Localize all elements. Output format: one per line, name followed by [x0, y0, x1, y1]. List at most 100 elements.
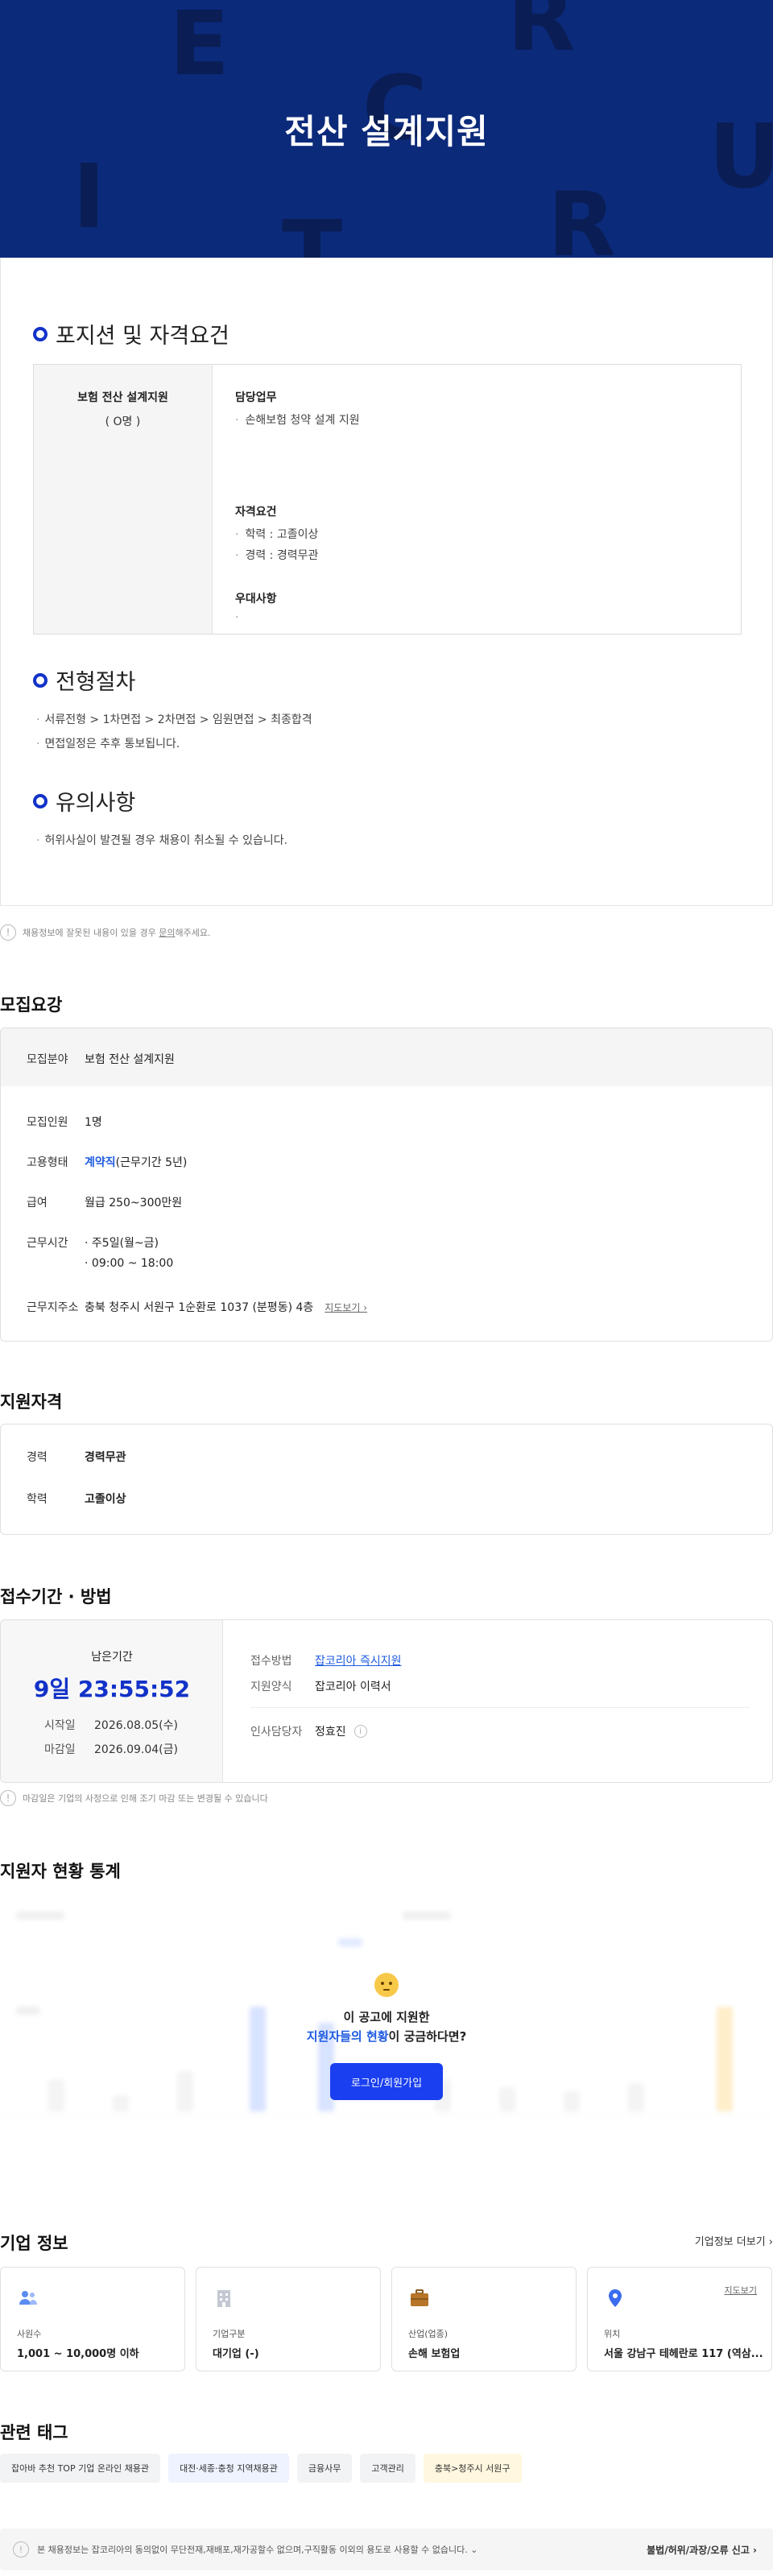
recruit-row-salary: 급여 월급 250~300만원 [27, 1194, 182, 1210]
qual-title: 자격요건 [235, 506, 277, 519]
hero-bg-letter: R [507, 0, 576, 71]
apply-box: 남은기간 9일 23:55:52 시작일 2026.08.05(수) 마감일 202… [0, 1619, 773, 1783]
row-label: 급여 [27, 1197, 48, 1209]
company-card-location: 지도보기 위치 서울 강남구 테헤란로 117 (역삼... [587, 2267, 772, 2371]
card-label: 위치 [604, 2329, 621, 2339]
overlay-line1: 이 공고에 지원한 [343, 2010, 430, 2024]
card-value: 손해 보험업 [408, 2348, 461, 2360]
info-icon: ! [0, 1790, 16, 1806]
login-signup-button[interactable]: 로그인/회원가입 [330, 2063, 443, 2100]
card-value: 1,001 ~ 10,000명 이하 [17, 2348, 139, 2360]
recruit-title: 모집요강 [0, 995, 63, 1015]
circle-bullet-icon [33, 672, 48, 688]
row-value: 잡코리아 이력서 [315, 1681, 391, 1693]
report-inquiry-link[interactable]: 문의 [159, 926, 175, 939]
building-icon [217, 2290, 230, 2307]
duty-title: 담당업무 [235, 391, 277, 404]
info-icon: ! [13, 2541, 29, 2557]
tags-title: 관련 태그 [0, 2423, 68, 2442]
stats-title: 지원자 현황 통계 [0, 1862, 121, 1881]
circle-bullet-icon [33, 793, 48, 808]
row-value: 경력무관 [85, 1451, 126, 1464]
position-name-cell: 보험 전산 설계지원 ( O명 ) [34, 365, 213, 634]
section-heading-process: 전형절차 [33, 664, 135, 696]
thinking-face-icon [374, 1973, 399, 1997]
recruit-summary-box: 모집분야 보험 전산 설계지원 모집인원 1명 고용형태 계약직(근무기간 5년… [0, 1028, 773, 1342]
apply-period-panel: 남은기간 9일 23:55:52 시작일 2026.08.05(수) 마감일 202… [1, 1620, 223, 1782]
company-more-link[interactable]: 기업정보 더보기 › [695, 2233, 773, 2248]
tag-item[interactable]: 잡아바 추천 TOP 기업 온라인 채용관 [0, 2454, 161, 2483]
end-date: 마감일 2026.09.04(금) [44, 1743, 178, 1756]
recruit-row-hours: 근무시간 · 주5일(월~금) · 09:00 ~ 18:00 [27, 1234, 173, 1270]
company-card-industry: 산업(업종) 손해 보험업 [391, 2267, 577, 2371]
company-card-type: 기업구분 대기업 (-) [196, 2267, 381, 2371]
tag-item[interactable]: 고객관리 [360, 2454, 415, 2483]
apply-method-row: 접수방법 잡코리아 즉시지원 [250, 1652, 402, 1668]
circle-bullet-icon [33, 326, 48, 341]
position-table: 보험 전산 설계지원 ( O명 ) 담당업무 손해보험 청약 설계 지원 자격요… [33, 364, 742, 635]
info-icon: ! [0, 924, 16, 941]
hero-bg-letter: R [548, 173, 616, 258]
card-label: 산업(업종) [408, 2329, 449, 2339]
start-date: 시작일 2026.08.05(수) [44, 1719, 178, 1732]
card-value: 대기업 (-) [213, 2348, 259, 2360]
row-label: 고용형태 [27, 1156, 68, 1169]
related-tags: 잡아바 추천 TOP 기업 온라인 채용관 대전·세종·충청 지역채용관 금융사… [0, 2454, 530, 2483]
apply-form-row: 지원양식 잡코리아 이력서 [250, 1678, 391, 1694]
section-heading-position: 포지션 및 자격요건 [33, 318, 229, 349]
deadline-notice: ! 마감일은 기업의 사정으로 인해 조기 마감 또는 변경될 수 있습니다 [0, 1790, 268, 1806]
apply-title: 접수기간 · 방법 [0, 1587, 112, 1606]
row-value: 정효진 [315, 1726, 346, 1739]
row-label: 근무지주소 [27, 1301, 79, 1314]
company-card-employees: 사원수 1,001 ~ 10,000명 이하 [0, 2267, 185, 2371]
briefcase-icon [411, 2289, 428, 2306]
recruit-row-field: 모집분야 보험 전산 설계지원 [27, 1051, 175, 1067]
qual-item: 경력 : 경력무관 [235, 547, 318, 563]
position-count: ( O명 ) [105, 416, 141, 428]
card-value: 서울 강남구 테헤란로 117 (역삼... [604, 2348, 763, 2360]
map-link[interactable]: 지도보기 › [324, 1300, 367, 1314]
tag-item[interactable]: 충북>청주시 서원구 [423, 2454, 522, 2483]
deadline-notice-text: 마감일은 기업의 사정으로 인해 조기 마감 또는 변경될 수 있습니다 [23, 1793, 268, 1804]
row-label: 인사담당자 [250, 1726, 303, 1739]
qual-row-career: 경력 경력무관 [27, 1449, 126, 1465]
qual-row-edu: 학력 고졸이상 [27, 1491, 126, 1507]
divider [250, 1707, 750, 1708]
row-value: 고졸이상 [85, 1493, 126, 1506]
section-title: 전형절차 [56, 670, 136, 695]
duty-item: 손해보험 청약 설계 지원 [235, 411, 359, 428]
hero-bg-letter: E [169, 0, 230, 95]
hero-bg-letter: I [72, 145, 105, 248]
row-label: 모집분야 [27, 1053, 68, 1066]
section-title: 포지션 및 자격요건 [56, 324, 229, 349]
qual-item: 학력 : 고졸이상 [235, 526, 318, 542]
tag-item[interactable]: 대전·세종·충청 지역채용관 [168, 2454, 289, 2483]
section-heading-caution: 유의사항 [33, 785, 135, 817]
recruit-row-place: 근무지주소 충북 청주시 서원구 1순환로 1037 (분평동) 4층 지도보기… [27, 1299, 367, 1315]
employment-type: 계약직 [85, 1156, 116, 1169]
hero-title: 전산 설계지원 [284, 112, 489, 151]
tag-item[interactable]: 금융사무 [296, 2454, 353, 2483]
row-label: 지원양식 [250, 1681, 292, 1693]
row-value: 월급 250~300만원 [85, 1197, 183, 1209]
stats-login-overlay: 이 공고에 지원한 지원자들의 현황이 궁금하다면? 로그인/회원가입 [0, 1894, 773, 2168]
hero-banner: E R C U I R T 전산 설계지원 [0, 0, 773, 258]
apply-now-link[interactable]: 잡코리아 즉시지원 [315, 1652, 402, 1668]
employment-type-note: (근무기간 5년) [115, 1156, 188, 1169]
row-value: 충북 청주시 서원구 1순환로 1037 (분평동) 4층 [85, 1301, 314, 1314]
report-illegal-link[interactable]: 불법/허위/과장/오류 신고 › [647, 2543, 757, 2557]
hr-manager-row: 인사담당자 정효진 i [250, 1723, 367, 1739]
report-notice-text: 채용정보에 잘못된 내용이 있을 경우 [23, 928, 156, 938]
job-detail-panel: 포지션 및 자격요건 보험 전산 설계지원 ( O명 ) 담당업무 손해보험 청… [0, 258, 773, 906]
qualification-box: 경력 경력무관 학력 고졸이상 [0, 1424, 773, 1535]
row-label: 근무시간 [27, 1237, 68, 1250]
info-icon[interactable]: i [353, 1725, 367, 1738]
row-label: 접수방법 [250, 1655, 292, 1668]
people-icon [19, 2291, 37, 2305]
row-value: 보험 전산 설계지원 [85, 1053, 175, 1066]
location-map-link[interactable]: 지도보기 [725, 2284, 757, 2297]
overlay-line2: 지원자들의 현황이 궁금하다면? [306, 2029, 467, 2044]
pref-item [235, 611, 245, 624]
report-notice-suffix: 해주세요. [175, 928, 211, 938]
recruit-row-count: 모집인원 1명 [27, 1114, 102, 1130]
